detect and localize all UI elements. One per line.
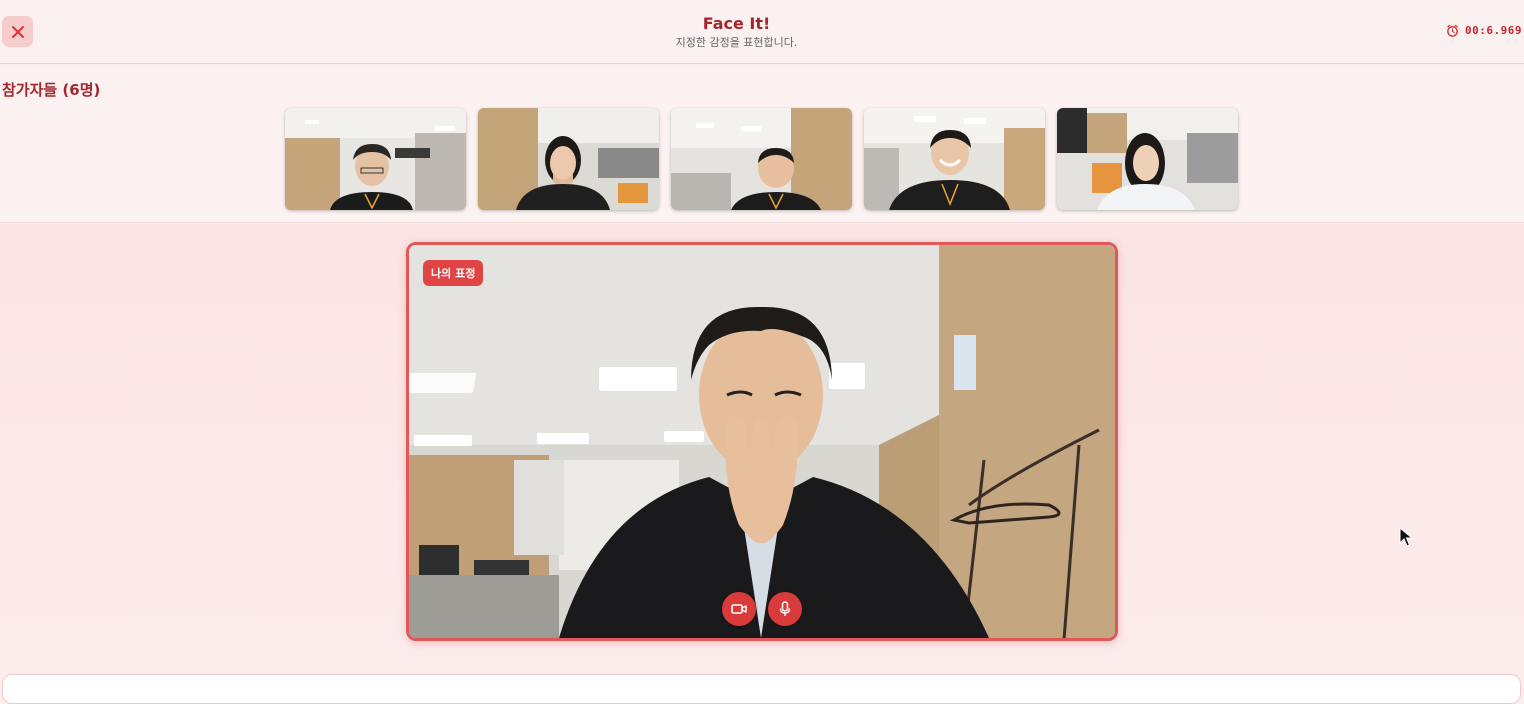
participant-thumbnails (285, 108, 1238, 210)
participant-video[interactable] (1057, 108, 1238, 210)
participant-video[interactable] (864, 108, 1045, 210)
mouse-cursor-icon (1399, 527, 1413, 547)
timer-value: 00:6.969 (1465, 24, 1522, 37)
participant-video-frame (671, 108, 852, 210)
participant-video[interactable] (285, 108, 466, 210)
microphone-icon (779, 601, 791, 616)
game-title: Face It! (702, 14, 771, 33)
camera-toggle-button[interactable] (722, 592, 756, 626)
participant-video[interactable] (478, 108, 659, 210)
game-subtitle: 지정한 감정을 표현합니다. (675, 36, 798, 49)
participant-video-frame (1057, 108, 1238, 210)
my-expression-badge: 나의 표정 (423, 260, 484, 286)
participants-title: 참가자들 (6명) (2, 81, 101, 99)
top-bar: Face It! 지정한 감정을 표현합니다. 00:6.969 (0, 0, 1524, 64)
alarm-clock-icon (1447, 24, 1458, 37)
bottom-panel (2, 674, 1521, 704)
timer: 00:6.969 (1446, 24, 1522, 37)
video-camera-icon (731, 604, 747, 614)
participant-video-frame (478, 108, 659, 210)
participants-section: 참가자들 (6명) (0, 65, 1524, 223)
my-video[interactable]: 나의 표정 (406, 242, 1118, 641)
mic-toggle-button[interactable] (768, 592, 802, 626)
participant-video-frame (285, 108, 466, 210)
main-area: 나의 표정 (0, 224, 1524, 704)
participant-video-frame (864, 108, 1045, 210)
title-block: Face It! 지정한 감정을 표현합니다. (0, 14, 1473, 50)
my-video-frame (409, 245, 1115, 638)
participant-video[interactable] (671, 108, 852, 210)
